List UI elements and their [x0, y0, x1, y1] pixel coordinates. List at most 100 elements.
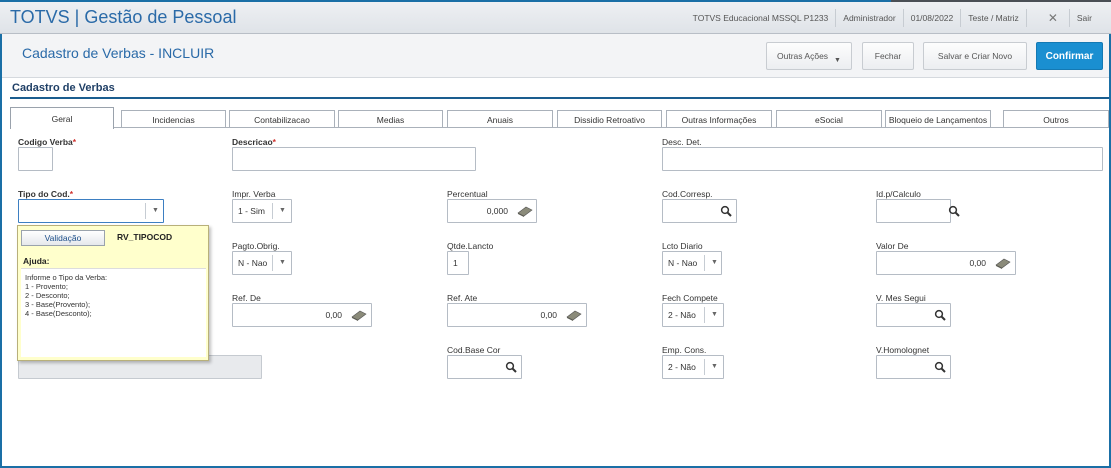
- combo-separator: [272, 203, 273, 219]
- chevron-down-icon[interactable]: ▼: [279, 207, 286, 214]
- tab-geral[interactable]: Geral: [10, 107, 114, 129]
- fech-compete-label: Fech Compete: [662, 293, 718, 303]
- valor-de-input[interactable]: 0,00: [876, 251, 1016, 275]
- search-icon[interactable]: [934, 361, 946, 373]
- chevron-down-icon[interactable]: ▼: [152, 207, 159, 214]
- percentual-value: 0,000: [486, 206, 508, 216]
- v-homolognet-input[interactable]: [876, 355, 951, 379]
- calculator-icon[interactable]: [566, 310, 582, 321]
- search-icon[interactable]: [720, 205, 732, 217]
- tab-esocial[interactable]: eSocial: [776, 110, 882, 128]
- calculator-icon[interactable]: [995, 258, 1011, 269]
- valor-de-value: 0,00: [969, 258, 986, 268]
- combo-separator: [704, 255, 705, 271]
- ref-ate-input[interactable]: 0,00: [447, 303, 587, 327]
- ref-ate-value: 0,00: [540, 310, 557, 320]
- tab-bar: Geral Incidencias Contabilizacao Medias …: [10, 107, 1109, 129]
- cod-corresp-input[interactable]: [662, 199, 737, 223]
- close-icon: ✕: [1047, 11, 1058, 25]
- chevron-down-icon[interactable]: ▼: [279, 259, 286, 266]
- descricao-input[interactable]: [232, 147, 476, 171]
- app-title: TOTVS | Gestão de Pessoal: [10, 7, 237, 27]
- v-mes-segui-label: V. Mes Segui: [876, 293, 926, 303]
- close-button[interactable]: Fechar: [862, 42, 914, 70]
- help-line: 3 - Base(Provento);: [25, 300, 91, 309]
- valor-de-label: Valor De: [876, 241, 909, 251]
- v-mes-segui-input[interactable]: [876, 303, 951, 327]
- ref-de-input[interactable]: 0,00: [232, 303, 372, 327]
- qtde-lancto-input[interactable]: 1: [447, 251, 469, 275]
- chevron-down-icon[interactable]: ▼: [711, 311, 718, 318]
- tab-outros[interactable]: Outros: [1003, 110, 1109, 128]
- qtde-lancto-label: Qtde.Lancto: [447, 241, 494, 251]
- search-icon[interactable]: [948, 205, 960, 217]
- date-label[interactable]: 01/08/2022: [902, 9, 961, 27]
- cod-corresp-label: Cod.Corresp.: [662, 189, 713, 199]
- ref-ate-label: Ref. Ate: [447, 293, 478, 303]
- logout-button[interactable]: ✕ Sair: [1025, 9, 1111, 27]
- user-label[interactable]: Administrador: [835, 9, 902, 27]
- page-header: Cadastro de Verbas - INCLUIR Outras Açõe…: [2, 34, 1109, 78]
- help-line: 4 - Base(Desconto);: [25, 309, 92, 318]
- chevron-down-icon: ▼: [834, 56, 841, 64]
- help-text-box: Informe o Tipo da Verba: 1 - Provento; 2…: [21, 268, 206, 357]
- other-actions-label: Outras Ações: [777, 51, 829, 61]
- descricao-label: Descricao*: [232, 137, 276, 147]
- logout-label: Sair: [1068, 9, 1099, 27]
- cod-base-cor-input[interactable]: [447, 355, 522, 379]
- window-tab-decoration: [891, 0, 1111, 2]
- lcto-diario-select[interactable]: N - Nao ▼: [662, 251, 722, 275]
- combo-separator: [704, 307, 705, 323]
- desc-det-label: Desc. Det.: [662, 137, 702, 147]
- emp-cons-value: 2 - Não: [668, 362, 696, 372]
- environment-label: TOTVS Educacional MSSQL P1233: [692, 13, 829, 23]
- id-calculo-label: Id.p/Calculo: [876, 189, 921, 199]
- qtde-lancto-value: 1: [453, 258, 458, 268]
- chevron-down-icon[interactable]: ▼: [711, 259, 718, 266]
- pagto-obrig-select[interactable]: N - Nao ▼: [232, 251, 292, 275]
- top-bar: TOTVS | Gestão de Pessoal TOTVS Educacio…: [0, 0, 1111, 34]
- combo-separator: [272, 255, 273, 271]
- codigo-verba-input[interactable]: [18, 147, 53, 171]
- calculator-icon[interactable]: [351, 310, 367, 321]
- tab-dissidio-retroativo[interactable]: Dissidio Retroativo: [557, 110, 662, 128]
- id-calculo-input[interactable]: [876, 199, 960, 223]
- ref-de-value: 0,00: [325, 310, 342, 320]
- branch-label[interactable]: Teste / Matriz: [960, 9, 1026, 27]
- tab-medias[interactable]: Medias: [338, 110, 443, 128]
- impr-verba-label: Impr. Verba: [232, 189, 276, 199]
- percentual-input[interactable]: 0,000: [447, 199, 537, 223]
- save-and-new-button[interactable]: Salvar e Criar Novo: [923, 42, 1027, 70]
- lcto-diario-label: Lcto Diario: [662, 241, 703, 251]
- search-icon[interactable]: [934, 309, 946, 321]
- calculator-icon[interactable]: [517, 206, 533, 217]
- confirm-button[interactable]: Confirmar: [1036, 42, 1103, 70]
- chevron-down-icon[interactable]: ▼: [711, 363, 718, 370]
- tab-incidencias[interactable]: Incidencias: [121, 110, 226, 128]
- v-homolognet-label: V.Homolognet: [876, 345, 930, 355]
- tab-content-divider: [10, 127, 1109, 128]
- top-info-bar: TOTVS Educacional MSSQL P1233 Administra…: [686, 2, 1111, 34]
- cod-base-cor-label: Cod.Base Cor: [447, 345, 501, 355]
- ref-de-label: Ref. De: [232, 293, 261, 303]
- help-line: 2 - Desconto;: [25, 291, 70, 300]
- fech-compete-select[interactable]: 2 - Não ▼: [662, 303, 724, 327]
- tab-bloqueio-lancamentos[interactable]: Bloqueio de Lançamentos: [885, 110, 991, 128]
- tab-anuais[interactable]: Anuais: [447, 110, 553, 128]
- emp-cons-label: Emp. Cons.: [662, 345, 707, 355]
- combo-separator: [145, 203, 146, 219]
- section-divider: [10, 97, 1109, 99]
- emp-cons-select[interactable]: 2 - Não ▼: [662, 355, 724, 379]
- pagto-obrig-label: Pagto.Obrig.: [232, 241, 280, 251]
- tipo-cod-label: Tipo do Cod.*: [18, 189, 74, 199]
- tab-outras-informacoes[interactable]: Outras Informações: [666, 110, 772, 128]
- other-actions-button[interactable]: Outras Ações ▼: [766, 42, 852, 70]
- percentual-label: Percentual: [447, 189, 488, 199]
- tipo-cod-select[interactable]: ▼: [18, 199, 164, 223]
- pagto-obrig-value: N - Nao: [238, 258, 268, 268]
- desc-det-input[interactable]: [662, 147, 1103, 171]
- validation-button[interactable]: Validação: [21, 230, 105, 246]
- search-icon[interactable]: [505, 361, 517, 373]
- impr-verba-select[interactable]: 1 - Sim ▼: [232, 199, 292, 223]
- tab-contabilizacao[interactable]: Contabilizacao: [229, 110, 335, 128]
